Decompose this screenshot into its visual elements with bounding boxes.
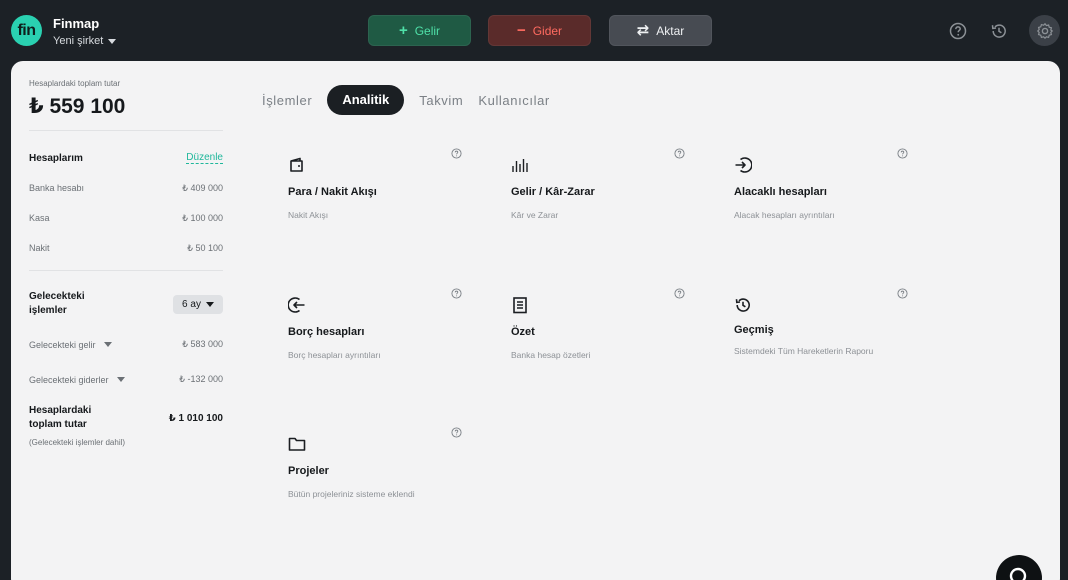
future-income-row[interactable]: Gelecekteki gelir ₺ 583 000	[29, 339, 223, 350]
total-balance-value: ₺ 559 100	[29, 95, 126, 118]
history-icon	[991, 23, 1006, 38]
history-icon	[735, 298, 750, 312]
wallet-icon	[290, 157, 303, 172]
grand-total-amount: ₺ 1 010 100	[168, 413, 223, 424]
report-card-receivables[interactable]: Alacaklı hesapları Alacak hesapları ayrı…	[734, 148, 914, 236]
future-expense-amount: ₺ -132 000	[179, 374, 223, 384]
total-balance-label: Hesaplardaki toplam tutar	[29, 79, 121, 88]
report-card-payables[interactable]: Borç hesapları Borç hesapları ayrıntılar…	[288, 288, 468, 376]
add-income-button[interactable]: + Gelir	[368, 15, 471, 46]
report-title: Gelir / Kâr-Zarar	[511, 186, 595, 198]
tab-takvim[interactable]: Takvim	[419, 93, 463, 108]
account-name: Banka hesabı	[29, 183, 85, 193]
finmap-logo[interactable]: fin	[11, 15, 42, 46]
main-panel: Hesaplardaki toplam tutar ₺ 559 100 Hesa…	[11, 61, 1060, 580]
divider	[29, 130, 223, 131]
chevron-down-icon	[116, 377, 125, 382]
help-icon[interactable]	[897, 288, 908, 299]
company-name: Yeni şirket	[53, 35, 104, 47]
report-description: Alacak hesapları ayrıntıları	[734, 210, 835, 220]
settings-button[interactable]	[1029, 15, 1060, 46]
transfer-icon: ⇄	[636, 22, 650, 39]
tab-analitik[interactable]: Analitik	[327, 85, 405, 115]
future-expense-label: Gelecekteki giderler	[29, 374, 109, 385]
report-card-projects[interactable]: Projeler Bütün projeleriniz sisteme ekle…	[288, 427, 468, 515]
transfer-button[interactable]: ⇄ Aktar	[609, 15, 712, 46]
report-title: Para / Nakit Akışı	[288, 186, 377, 198]
report-card-summary[interactable]: Özet Banka hesap özetleri	[511, 288, 691, 376]
company-selector[interactable]: Yeni şirket	[53, 35, 117, 47]
document-icon	[513, 297, 527, 314]
plus-icon: +	[398, 22, 408, 39]
account-row[interactable]: Nakit ₺ 50 100	[29, 243, 223, 254]
account-amount: ₺ 50 100	[187, 243, 223, 253]
account-row[interactable]: Kasa ₺ 100 000	[29, 213, 223, 224]
expense-button-label: Gider	[532, 23, 563, 38]
report-title: Borç hesapları	[288, 326, 365, 338]
report-card-cash-flow[interactable]: Para / Nakit Akışı Nakit Akışı	[288, 148, 468, 236]
account-amount: ₺ 100 000	[182, 213, 223, 223]
gear-icon	[1036, 22, 1053, 39]
folder-icon	[288, 437, 306, 451]
main-tabs: İşlemler Analitik Takvim Kullanıcılar	[262, 85, 565, 115]
brand-name: Finmap	[53, 16, 100, 31]
future-period-value: 6 ay	[182, 299, 201, 310]
future-income-label: Gelecekteki gelir	[29, 339, 96, 350]
chevron-down-icon	[205, 302, 214, 307]
account-name: Nakit	[29, 243, 50, 253]
report-description: Bütün projeleriniz sisteme eklendi	[288, 489, 415, 499]
report-card-history[interactable]: Geçmiş Sistemdeki Tüm Hareketlerin Rapor…	[734, 288, 914, 376]
chevron-down-icon	[108, 38, 117, 44]
report-description: Nakit Akışı	[288, 210, 329, 220]
account-name: Kasa	[29, 213, 50, 223]
help-button[interactable]	[942, 15, 973, 46]
grand-total-label: Hesaplardaki toplam tutar	[29, 405, 92, 430]
account-row[interactable]: Banka hesabı ₺ 409 000	[29, 183, 223, 194]
help-icon[interactable]	[674, 288, 685, 299]
future-expense-row[interactable]: Gelecekteki giderler ₺ -132 000	[29, 374, 223, 385]
help-icon[interactable]	[451, 427, 462, 438]
future-transactions-title: Gelecekteki işlemler	[29, 291, 85, 316]
help-icon	[949, 22, 966, 39]
chevron-down-icon	[103, 342, 112, 347]
add-expense-button[interactable]: − Gider	[488, 15, 591, 46]
edit-accounts-link[interactable]: Düzenle	[186, 152, 223, 164]
report-description: Sistemdeki Tüm Hareketlerin Raporu	[734, 346, 874, 356]
income-button-label: Gelir	[414, 23, 441, 38]
arrow-in-icon	[735, 157, 752, 173]
report-description: Banka hesap özetleri	[511, 350, 591, 360]
report-title: Projeler	[288, 465, 329, 477]
report-description: Borç hesapları ayrıntıları	[288, 350, 381, 360]
brand-block[interactable]: Finmap Yeni şirket	[53, 16, 117, 47]
search-icon	[1009, 567, 1027, 580]
grand-total-note: (Gelecekteki işlemler dahil)	[29, 438, 126, 447]
account-amount: ₺ 409 000	[182, 183, 223, 193]
report-title: Özet	[511, 326, 535, 338]
bar-chart-icon	[512, 159, 528, 172]
history-button[interactable]	[983, 15, 1014, 46]
help-icon[interactable]	[674, 148, 685, 159]
divider	[29, 270, 223, 271]
accounts-title: Hesaplarım	[29, 153, 83, 164]
tab-kullanicilar[interactable]: Kullanıcılar	[478, 93, 550, 108]
help-icon[interactable]	[451, 148, 462, 159]
report-title: Alacaklı hesapları	[734, 186, 827, 198]
future-period-select[interactable]: 6 ay	[173, 295, 223, 314]
top-bar: fin Finmap Yeni şirket + Gelir − Gider ⇄…	[0, 0, 1068, 60]
future-income-amount: ₺ 583 000	[182, 339, 223, 349]
arrow-out-icon	[288, 297, 305, 313]
transfer-button-label: Aktar	[656, 23, 685, 38]
help-icon[interactable]	[897, 148, 908, 159]
report-description: Kâr ve Zarar	[511, 210, 559, 220]
tab-islemler[interactable]: İşlemler	[262, 93, 312, 108]
help-icon[interactable]	[451, 288, 462, 299]
report-title: Geçmiş	[734, 324, 774, 336]
minus-icon: −	[516, 22, 526, 39]
report-card-profit-loss[interactable]: Gelir / Kâr-Zarar Kâr ve Zarar	[511, 148, 691, 236]
chat-button[interactable]	[996, 555, 1042, 580]
